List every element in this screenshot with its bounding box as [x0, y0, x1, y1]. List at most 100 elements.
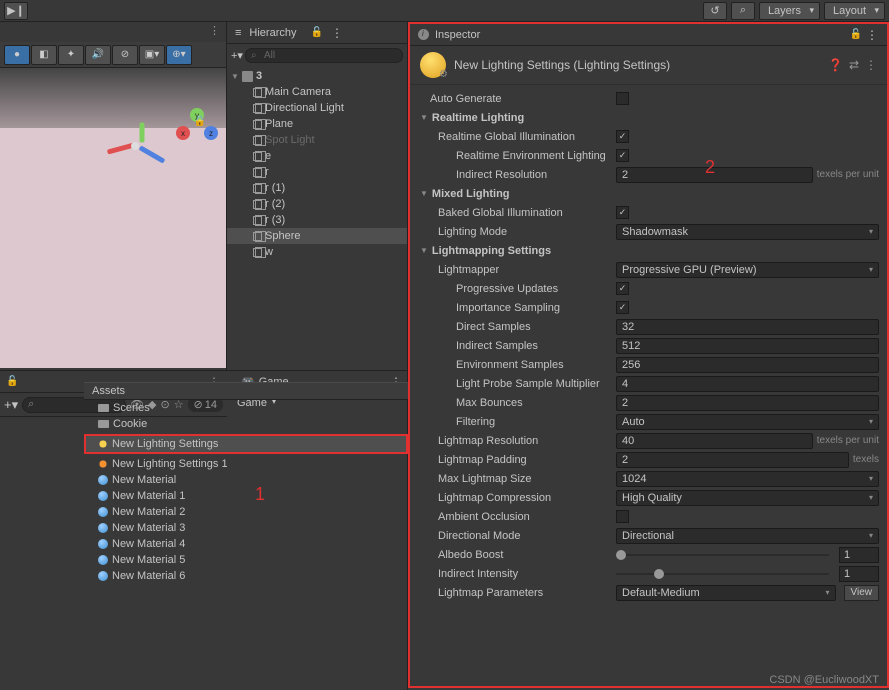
hierarchy-item[interactable]: r (3): [227, 212, 407, 228]
scene-panel: ⋮ ● ◧ ✦ 🔊 ⊘ ▣▾ ⊕▾ xyz: [0, 22, 227, 370]
gizmos-toggle[interactable]: ⊕▾: [166, 45, 192, 65]
max-lightmap-size-dropdown[interactable]: 1024: [616, 471, 879, 487]
inspector-tab[interactable]: Inspector: [433, 26, 488, 44]
play-icon[interactable]: ▶❙: [4, 2, 28, 20]
lighting-settings-icon: [420, 52, 446, 78]
lightmap-compression-dropdown[interactable]: High Quality: [616, 490, 879, 506]
help-icon[interactable]: ❓: [828, 58, 843, 72]
lightmap-res-input[interactable]: 40: [616, 433, 813, 449]
asset-item[interactable]: Scenes: [84, 400, 408, 416]
lock-icon[interactable]: 🔓: [311, 27, 323, 38]
hierarchy-search-input[interactable]: All: [245, 48, 403, 63]
gameobject-icon: [253, 232, 262, 241]
audio-toggle[interactable]: 🔊: [85, 45, 111, 65]
lighting-settings-icon: [98, 459, 108, 469]
section-lightmapping[interactable]: Lightmapping Settings: [432, 245, 551, 257]
directional-mode-dropdown[interactable]: Directional: [616, 528, 879, 544]
chevron-down-icon[interactable]: ▼: [420, 113, 428, 122]
indirect-samples-input[interactable]: 512: [616, 338, 879, 354]
add-button[interactable]: +▾: [231, 49, 243, 62]
hierarchy-item[interactable]: e: [227, 148, 407, 164]
hierarchy-item[interactable]: r (1): [227, 180, 407, 196]
axis-orientation-gizmo[interactable]: xyz: [176, 108, 216, 148]
hierarchy-tab[interactable]: Hierarchy: [247, 24, 304, 42]
asset-item[interactable]: New Lighting Settings 1: [84, 456, 408, 472]
panel-menu-icon[interactable]: ⋮: [331, 26, 344, 40]
section-realtime-lighting[interactable]: Realtime Lighting: [432, 112, 524, 124]
watermark: CSDN @EucliwoodXT: [769, 674, 879, 686]
2d-toggle[interactable]: ◧: [31, 45, 57, 65]
gameobject-icon: [253, 104, 262, 113]
lock-icon[interactable]: 🔒: [194, 116, 206, 127]
hierarchy-item[interactable]: Sphere: [227, 228, 407, 244]
hierarchy-item[interactable]: w: [227, 244, 407, 260]
hierarchy-item[interactable]: Directional Light: [227, 100, 407, 116]
env-samples-input[interactable]: 256: [616, 357, 879, 373]
gameobject-icon: [253, 200, 262, 209]
asset-item[interactable]: New Material 5: [84, 552, 408, 568]
history-icon[interactable]: ↺: [703, 2, 727, 20]
baked-gi-checkbox[interactable]: ✓: [616, 206, 629, 219]
gameobject-icon: [253, 152, 262, 161]
gameobject-icon: [253, 184, 262, 193]
lock-icon[interactable]: 🔓: [6, 376, 18, 387]
lock-icon[interactable]: 🔓: [850, 29, 862, 40]
lightmap-padding-input[interactable]: 2: [616, 452, 849, 468]
asset-item[interactable]: New Material: [84, 472, 408, 488]
realtime-gi-checkbox[interactable]: ✓: [616, 130, 629, 143]
asset-item[interactable]: New Material 4: [84, 536, 408, 552]
menu-icon[interactable]: ⋮: [865, 58, 877, 72]
auto-generate-checkbox[interactable]: [616, 92, 629, 105]
ambient-occlusion-checkbox[interactable]: [616, 510, 629, 523]
importance-sampling-checkbox[interactable]: ✓: [616, 301, 629, 314]
gameobject-icon: [253, 216, 262, 225]
lightmapper-dropdown[interactable]: Progressive GPU (Preview): [616, 262, 879, 278]
realtime-env-checkbox[interactable]: ✓: [616, 149, 629, 162]
progressive-updates-checkbox[interactable]: ✓: [616, 282, 629, 295]
material-icon: [98, 571, 108, 581]
section-mixed-lighting[interactable]: Mixed Lighting: [432, 188, 510, 200]
assets-header: Assets: [84, 382, 408, 400]
auto-generate-label: Auto Generate: [430, 93, 616, 105]
asset-item[interactable]: New Material 6: [84, 568, 408, 584]
chevron-down-icon[interactable]: ▼: [420, 246, 428, 255]
annotation-1: 1: [255, 484, 265, 505]
hierarchy-item[interactable]: Main Camera: [227, 84, 407, 100]
filtering-dropdown[interactable]: Auto: [616, 414, 879, 430]
layers-dropdown[interactable]: Layers: [759, 2, 820, 20]
hierarchy-icon: ≡: [235, 27, 241, 39]
hierarchy-item[interactable]: Plane: [227, 116, 407, 132]
hierarchy-item[interactable]: r (2): [227, 196, 407, 212]
asset-item[interactable]: New Material 3: [84, 520, 408, 536]
asset-item[interactable]: New Lighting Settings: [86, 436, 406, 452]
hierarchy-item[interactable]: Spot Light: [227, 132, 407, 148]
scene-panel-menu[interactable]: ⋮: [0, 22, 226, 42]
hierarchy-item[interactable]: r: [227, 164, 407, 180]
asset-item[interactable]: New Material 2: [84, 504, 408, 520]
preset-icon[interactable]: ⇄: [849, 58, 859, 72]
albedo-boost-slider[interactable]: [616, 547, 829, 563]
asset-item[interactable]: Cookie: [84, 416, 408, 432]
max-bounces-input[interactable]: 2: [616, 395, 879, 411]
scene-root[interactable]: ▼ 3: [227, 68, 407, 84]
caret-icon[interactable]: ▼: [231, 72, 239, 81]
scene-viewport[interactable]: xyz 🔒: [0, 68, 226, 368]
view-button[interactable]: View: [844, 585, 880, 601]
indirect-intensity-slider[interactable]: [616, 566, 829, 582]
camera-btn[interactable]: ▣▾: [139, 45, 165, 65]
lighting-mode-dropdown[interactable]: Shadowmask: [616, 224, 879, 240]
panel-menu-icon[interactable]: ⋮: [866, 28, 879, 42]
layout-dropdown[interactable]: Layout: [824, 2, 885, 20]
direct-samples-input[interactable]: 32: [616, 319, 879, 335]
add-button[interactable]: +▾: [4, 397, 18, 413]
fx-toggle[interactable]: ⊘: [112, 45, 138, 65]
search-icon[interactable]: ⌕: [731, 2, 755, 20]
material-icon: [98, 523, 108, 533]
shading-mode-btn[interactable]: ●: [4, 45, 30, 65]
light-probe-mult-input[interactable]: 4: [616, 376, 879, 392]
chevron-down-icon[interactable]: ▼: [420, 189, 428, 198]
lightmap-params-dropdown[interactable]: Default-Medium: [616, 585, 836, 601]
asset-item[interactable]: New Material 1: [84, 488, 408, 504]
assets-list: Assets ScenesCookie New Lighting Settings…: [84, 382, 408, 584]
lighting-toggle[interactable]: ✦: [58, 45, 84, 65]
